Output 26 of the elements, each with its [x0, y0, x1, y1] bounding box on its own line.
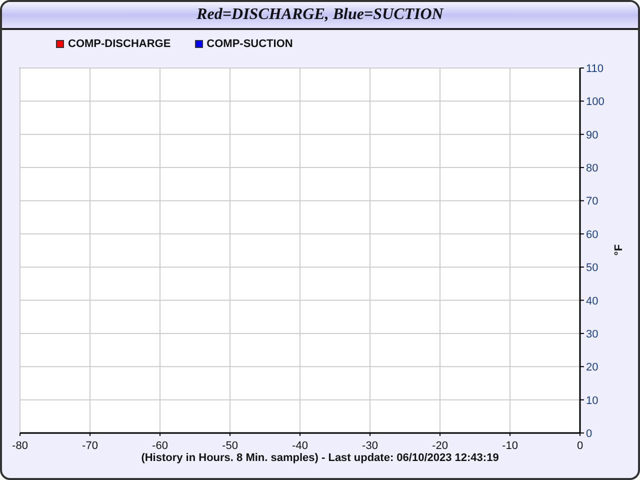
y-tick-label: 40	[586, 295, 598, 308]
window-title: Red=DISCHARGE, Blue=SUCTION	[196, 5, 444, 25]
y-tick-label: 110	[586, 63, 604, 75]
x-tick-label: -30	[362, 440, 378, 450]
x-tick-label: -20	[432, 440, 448, 450]
y-tick-label: 10	[586, 394, 598, 407]
x-tick-label: -60	[152, 440, 168, 450]
x-axis-title: (History in Hours. 8 Min. samples) - Last update: 06/10/2023 12:43:19	[141, 451, 499, 466]
x-tick-label: -40	[292, 440, 308, 450]
legend-label: COMP-SUCTION	[206, 36, 293, 52]
y-tick-label: 80	[586, 162, 598, 175]
y-tick-label: 0	[586, 428, 592, 440]
legend-label: COMP-DISCHARGE	[68, 36, 171, 52]
y-tick-label: 70	[586, 196, 598, 208]
y-tick-label: 30	[586, 328, 598, 340]
y-tick-label: 50	[586, 262, 598, 274]
y-tick-label: 90	[586, 129, 598, 142]
x-tick-label: 0	[576, 440, 584, 450]
y-axis-title: °F	[613, 244, 625, 256]
x-tick-label: -80	[12, 440, 28, 450]
y-tick-label: 20	[586, 362, 598, 374]
x-tick-label: -70	[82, 440, 98, 450]
x-tick-label: -10	[502, 440, 518, 450]
y-tick-label: 100	[586, 96, 604, 108]
y-tick-label: 60	[586, 228, 598, 241]
x-tick-label: -50	[222, 440, 238, 450]
